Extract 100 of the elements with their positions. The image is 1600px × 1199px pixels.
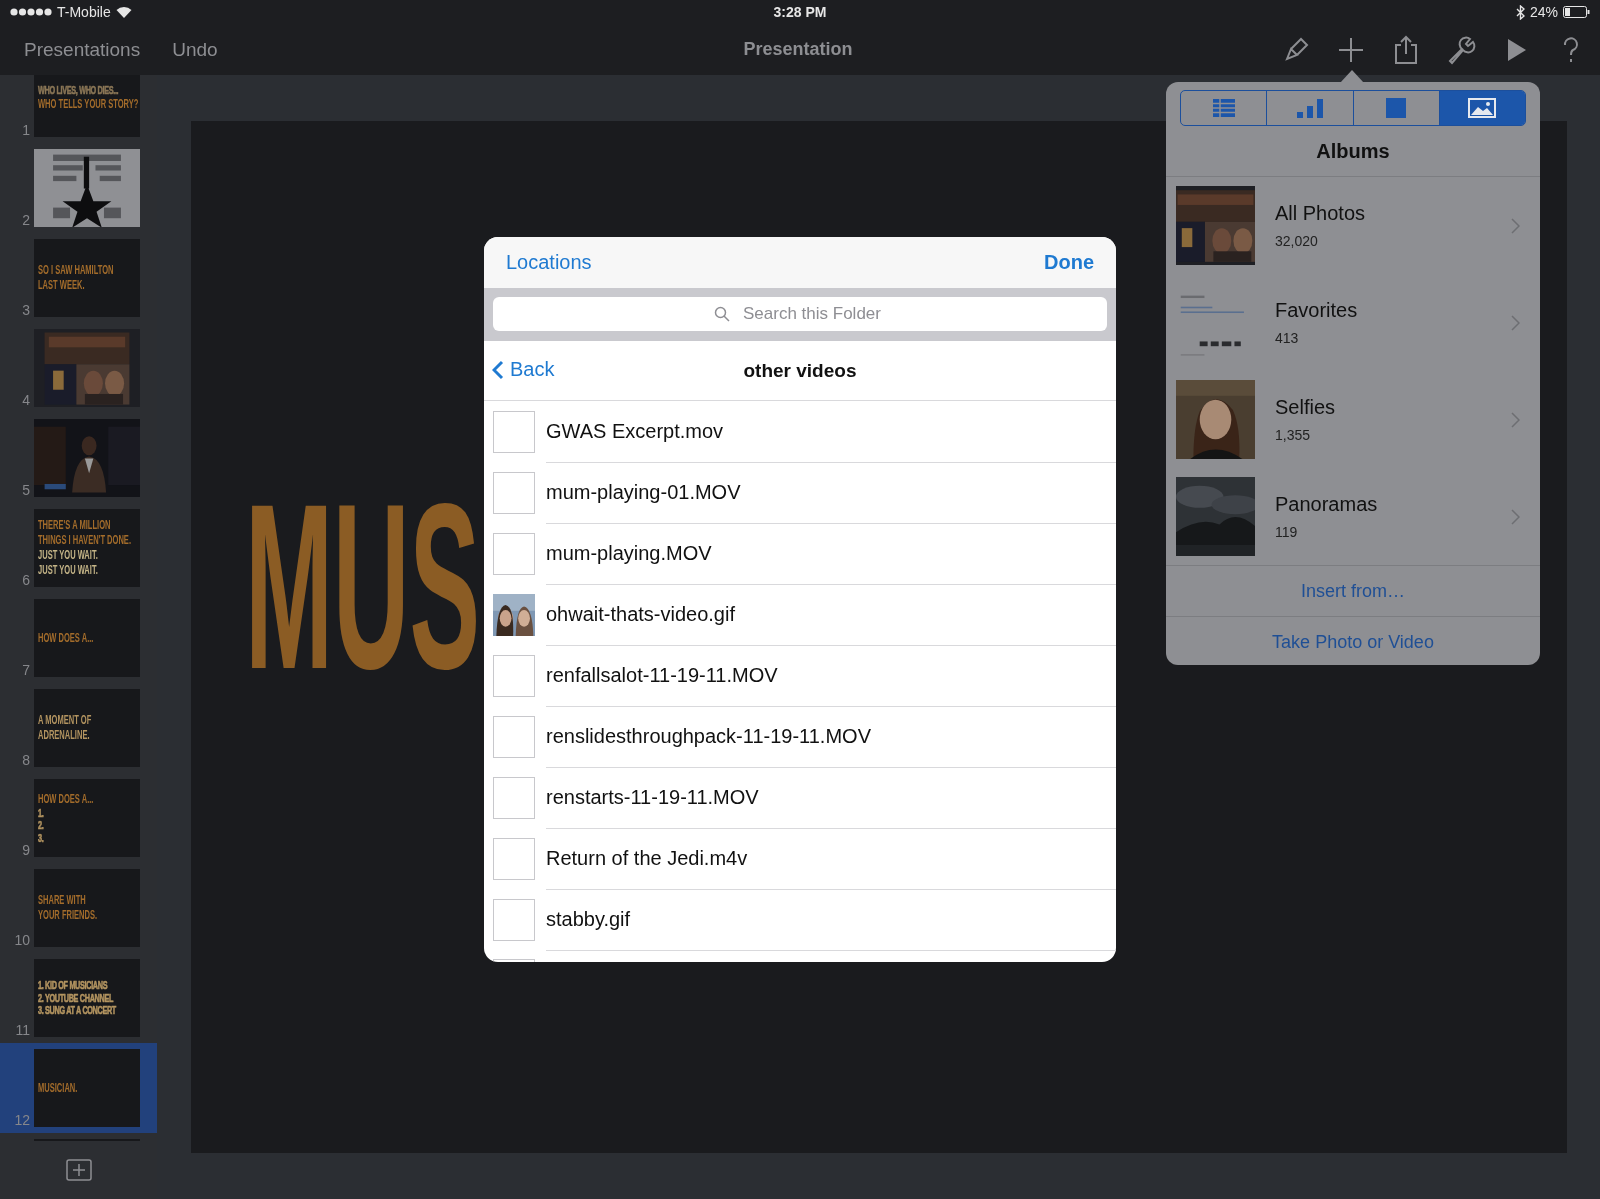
slide-text: WHO LIVES, WHO DIES... bbox=[38, 84, 119, 97]
chevron-right-icon bbox=[1510, 508, 1520, 525]
file-name[interactable]: renfallsalot-11-19-11.MOV bbox=[546, 644, 1116, 707]
slide-text: A MOMENT OF bbox=[38, 713, 92, 728]
slide-number: 4 bbox=[22, 392, 30, 408]
slide-text: LAST WEEK. bbox=[38, 278, 85, 293]
file-name[interactable]: stabby.gif bbox=[546, 888, 1116, 951]
wrench-icon[interactable] bbox=[1446, 34, 1476, 65]
slide-number: 1 bbox=[22, 122, 30, 138]
chevron-right-icon bbox=[1510, 314, 1520, 331]
album-name: Favorites bbox=[1275, 299, 1359, 322]
slide-text: HOW DOES A... bbox=[38, 630, 94, 646]
slide-text: SHARE WITH bbox=[38, 893, 86, 908]
popover-title: Albums bbox=[1316, 139, 1390, 163]
done-button[interactable]: Done bbox=[1034, 247, 1104, 278]
bluetooth-icon bbox=[1516, 4, 1525, 20]
slide-thumbnail[interactable]: HOW DOES A... 1. 2. 3. bbox=[34, 779, 140, 857]
slide-text: 3. bbox=[38, 831, 44, 845]
slide-number: 10 bbox=[14, 932, 30, 948]
file-thumbnail bbox=[493, 776, 535, 819]
segment-tab[interactable] bbox=[1438, 91, 1525, 125]
folder-title: other videos bbox=[743, 359, 857, 382]
album-row[interactable]: Selfies 1,355 bbox=[1166, 371, 1540, 468]
file-thumbnail bbox=[493, 471, 535, 514]
table-icon bbox=[1212, 98, 1235, 118]
album-count: 32,020 bbox=[1275, 233, 1319, 249]
slide-number: 9 bbox=[22, 842, 30, 858]
slide-text: JUST YOU WAIT. bbox=[38, 562, 98, 578]
file-thumbnail bbox=[493, 715, 535, 758]
album-name: Selfies bbox=[1275, 396, 1337, 419]
slide-text: 1. bbox=[38, 806, 44, 820]
battery-percent: 24% bbox=[1530, 4, 1558, 20]
album-count: 413 bbox=[1275, 330, 1300, 346]
slide-text: WHO TELLS YOUR STORY? bbox=[38, 96, 139, 112]
toolbar-button[interactable]: Undo bbox=[158, 32, 232, 67]
file-name[interactable]: Return of the Jedi.m4v bbox=[546, 827, 1116, 890]
slide-number: 11 bbox=[15, 1022, 30, 1038]
file-thumbnail bbox=[493, 410, 535, 453]
album-count: 119 bbox=[1275, 524, 1299, 540]
album-name: Panoramas bbox=[1275, 493, 1379, 516]
wifi-icon bbox=[115, 6, 132, 18]
album-row[interactable]: All Photos 32,020 bbox=[1166, 177, 1540, 274]
square-icon bbox=[1386, 98, 1407, 118]
file-name[interactable]: renslidesthroughpack-11-19-11.MOV bbox=[546, 705, 1116, 768]
back-button[interactable]: Back bbox=[488, 354, 559, 385]
album-count: 1,355 bbox=[1275, 427, 1312, 443]
slide-text: 1. KID OF MUSICIANS bbox=[38, 979, 108, 992]
album-row[interactable]: Favorites 413 bbox=[1166, 274, 1540, 371]
slide-text: SO I SAW HAMILTON bbox=[38, 263, 114, 278]
album-name: All Photos bbox=[1275, 202, 1367, 225]
file-thumbnail bbox=[493, 654, 535, 697]
slide-text: YOUR FRIENDS. bbox=[38, 908, 98, 923]
slide-thumbnail[interactable]: MUSICIAN. bbox=[34, 1049, 140, 1127]
slide-text: 2. bbox=[38, 819, 44, 832]
signal-icon bbox=[10, 8, 52, 16]
clock-time: 3:28 PM bbox=[773, 4, 827, 20]
toolbar-button[interactable]: Presentations bbox=[10, 32, 155, 67]
slide-thumbnail[interactable]: HOW DOES A... bbox=[34, 599, 140, 677]
file-name[interactable]: ohwait-thats-video.gif bbox=[546, 583, 1116, 646]
selected-slide-highlight[interactable]: 12 MUSICIAN. bbox=[0, 1043, 157, 1133]
image-icon bbox=[1468, 98, 1497, 118]
slide-text: HOW DOES A... bbox=[38, 791, 94, 807]
slide-thumbnail[interactable]: SHARE WITH YOUR FRIENDS. bbox=[34, 869, 140, 947]
slide-thumbnail[interactable]: 1. KID OF MUSICIANS 2. YOUTUBE CHANNEL 3. SUNG AT A CONCERT bbox=[34, 959, 140, 1037]
file-name[interactable]: renstarts-11-19-11.MOV bbox=[546, 766, 1116, 829]
slide-text: MUSICIAN. bbox=[38, 1080, 78, 1096]
album-row[interactable]: Panoramas 119 bbox=[1166, 468, 1540, 565]
slide-thumbnail[interactable]: A MOMENT OF ADRENALINE. bbox=[34, 689, 140, 767]
slide-thumbnail[interactable]: WHO LIVES, WHO DIES... WHO TELLS YOUR STORY? bbox=[34, 75, 140, 137]
slide-title: MUS bbox=[245, 469, 480, 704]
chevron-left-icon bbox=[492, 359, 504, 380]
slide-number: 2 bbox=[22, 212, 30, 228]
chevron-right-icon bbox=[1510, 411, 1520, 428]
slide-text: 3. SUNG AT A CONCERT bbox=[38, 1004, 116, 1017]
file-name[interactable]: mum-playing-01.MOV bbox=[546, 461, 1116, 524]
slide-number: 3 bbox=[22, 302, 30, 318]
slide-text: THINGS I HAVEN'T DONE. bbox=[38, 533, 131, 548]
file-name[interactable]: mum-playing.MOV bbox=[546, 522, 1116, 585]
slide-number: 7 bbox=[22, 662, 30, 678]
chevron-right-icon bbox=[1510, 217, 1520, 234]
locations-button[interactable]: Locations bbox=[496, 247, 602, 278]
slide-number: 12 bbox=[14, 1112, 30, 1128]
file-thumbnail bbox=[493, 898, 535, 941]
battery-icon bbox=[1563, 6, 1590, 18]
add-slide-icon[interactable] bbox=[65, 1159, 92, 1181]
carrier-name: T-Mobile bbox=[57, 4, 111, 20]
slide-number: 8 bbox=[22, 752, 30, 768]
slide-thumbnail[interactable]: SO I SAW HAMILTON LAST WEEK. bbox=[34, 239, 140, 317]
search-icon bbox=[714, 306, 730, 322]
slide-text: THERE'S A MILLION bbox=[38, 518, 111, 534]
slide-text: 2. YOUTUBE CHANNEL bbox=[38, 991, 113, 1005]
slide-text: ADRENALINE. bbox=[38, 728, 90, 743]
search-field[interactable]: Search this Folder bbox=[493, 297, 1107, 331]
file-name[interactable]: GWAS Excerpt.mov bbox=[546, 400, 1116, 463]
slide-thumbnail[interactable]: THERE'S A MILLION THINGS I HAVEN'T DONE. JUST YOU WAIT. JUST YOU WAIT. bbox=[34, 509, 140, 587]
slide-number: 5 bbox=[22, 482, 30, 498]
file-thumbnail bbox=[493, 837, 535, 880]
document-title: Presentation bbox=[743, 39, 853, 60]
slide-number: 6 bbox=[22, 572, 30, 588]
file-thumbnail bbox=[493, 532, 535, 575]
